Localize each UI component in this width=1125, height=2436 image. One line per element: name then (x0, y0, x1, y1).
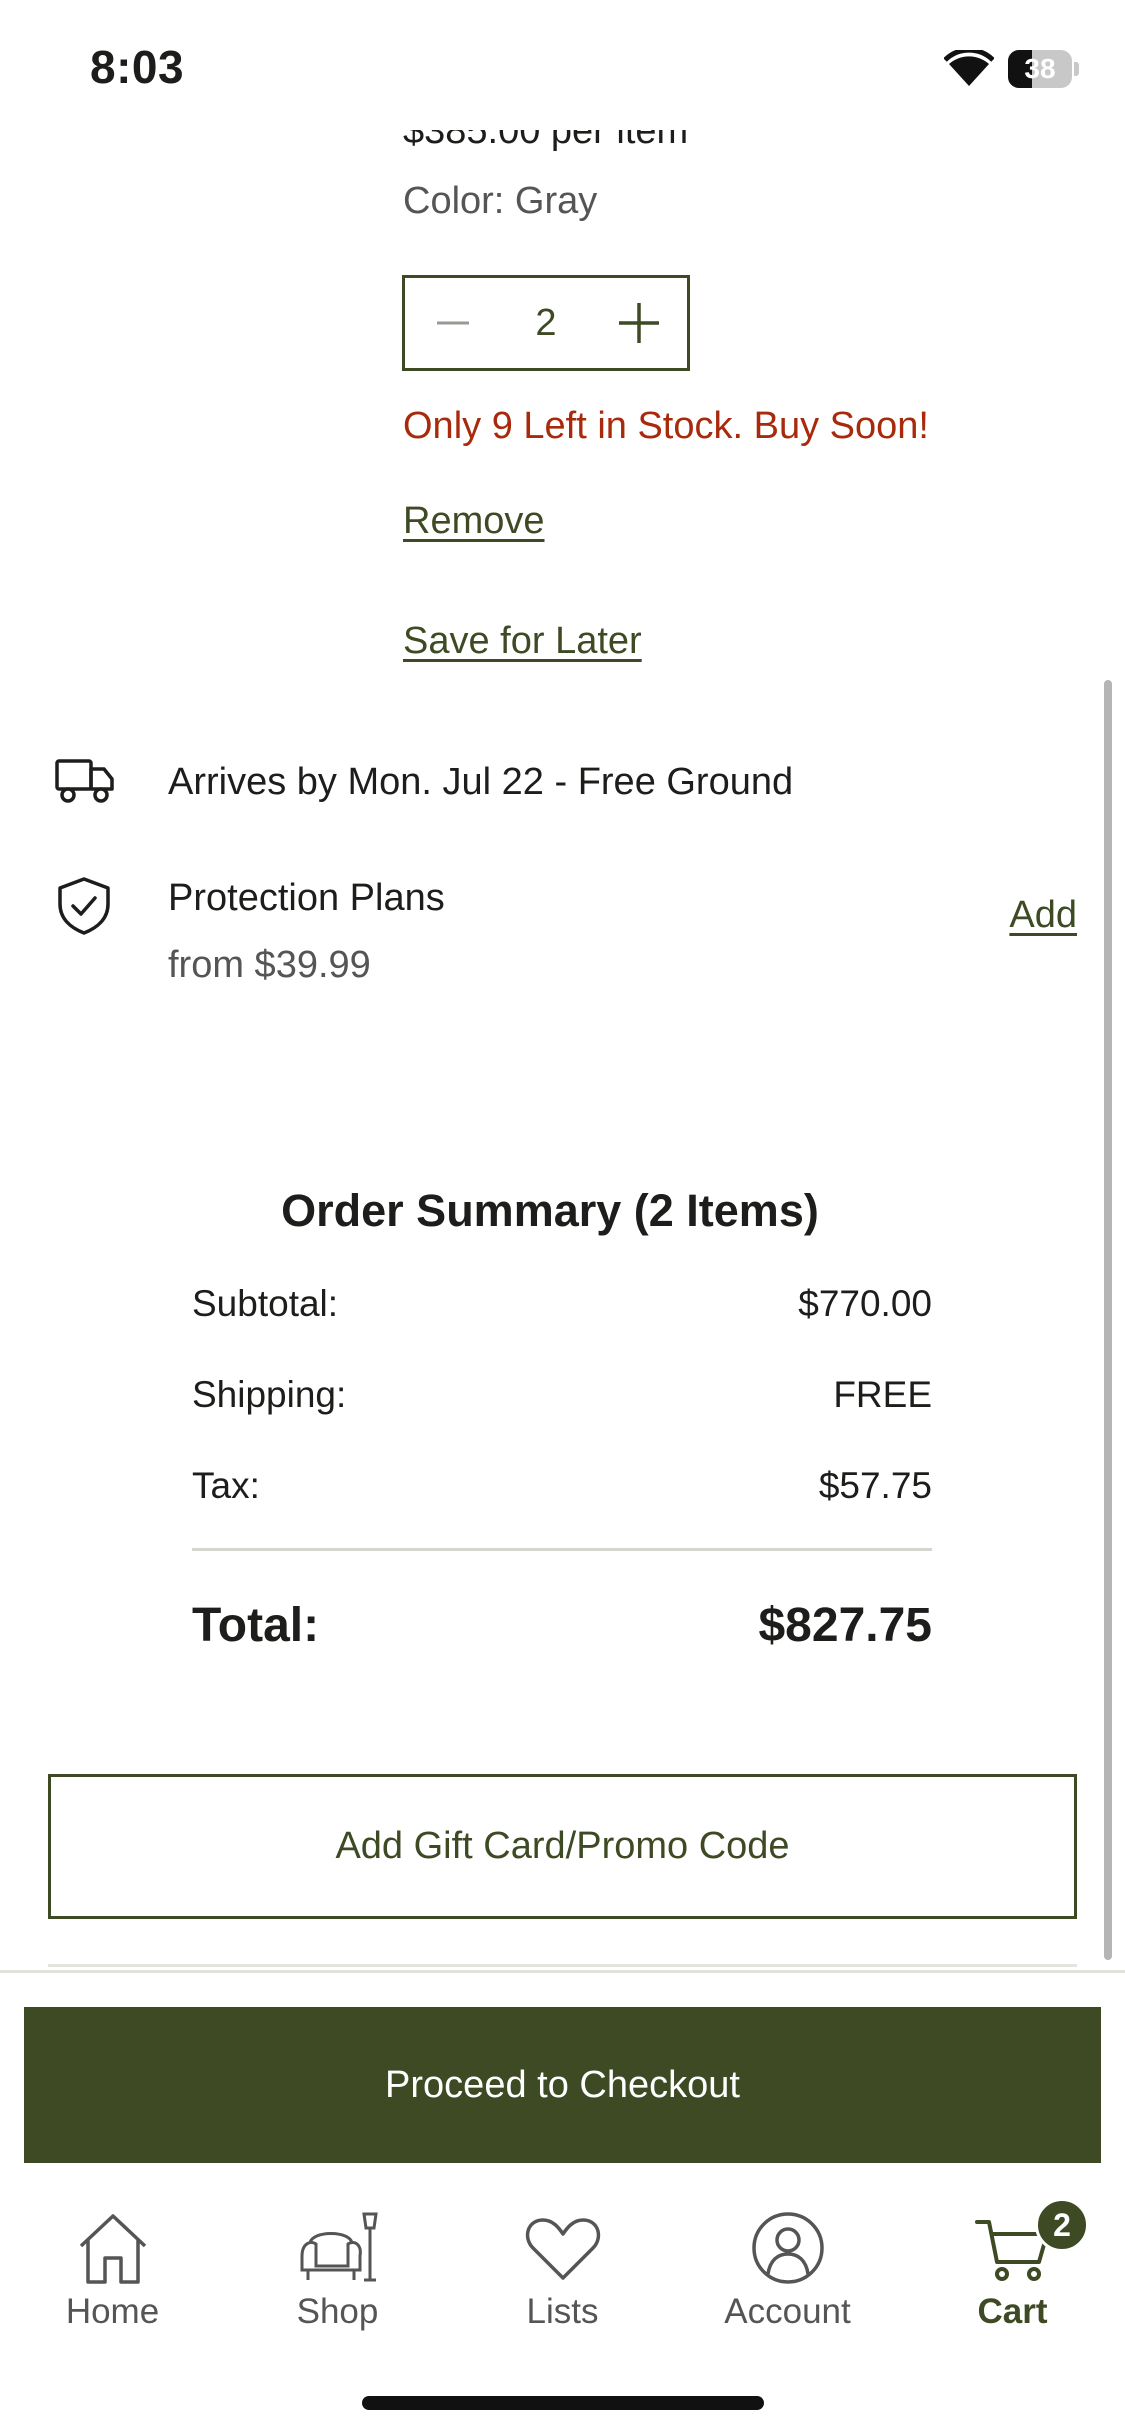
battery-icon: 38 (1008, 50, 1080, 88)
tab-label: Cart (977, 2292, 1048, 2331)
tab-lists[interactable]: Lists (450, 2180, 675, 2331)
tab-label: Home (65, 2292, 160, 2331)
color-label: Color: Gray (403, 180, 598, 222)
home-indicator[interactable] (362, 2396, 764, 2410)
delivery-text: Arrives by Mon. Jul 22 - Free Ground (168, 761, 794, 803)
summary-row-subtotal: Subtotal: $770.00 (192, 1283, 932, 1325)
summary-value: FREE (833, 1374, 932, 1415)
cart-count-badge: 2 (1035, 2198, 1089, 2252)
status-bar: 8:03 38 (0, 0, 1125, 130)
summary-label: Subtotal: (192, 1283, 339, 1324)
add-promo-code-button[interactable]: Add Gift Card/Promo Code (48, 1774, 1077, 1919)
wifi-icon (944, 50, 994, 86)
add-protection-link[interactable]: Add (1009, 894, 1077, 937)
delivery-info: Arrives by Mon. Jul 22 - Free Ground (0, 755, 1125, 815)
tab-account[interactable]: Account (675, 2180, 900, 2331)
minus-icon (437, 321, 469, 325)
summary-label: Tax: (192, 1465, 260, 1506)
tab-label: Account (724, 2292, 851, 2331)
order-summary-title: Order Summary (2 Items) (281, 1185, 819, 1236)
save-for-later-link[interactable]: Save for Later (403, 620, 642, 663)
summary-value: $57.75 (818, 1465, 932, 1506)
decrease-quantity-button[interactable] (405, 278, 501, 368)
quantity-stepper[interactable]: 2 (402, 275, 690, 371)
divider (48, 1964, 1077, 1967)
stock-warning: Only 9 Left in Stock. Buy Soon! (403, 405, 929, 447)
summary-row-shipping: Shipping: FREE (192, 1374, 932, 1416)
summary-value: $770.00 (798, 1283, 932, 1324)
summary-row-tax: Tax: $57.75 (192, 1465, 932, 1507)
cart-content: $385.00 per item Color: Gray 2 Only 9 Le… (0, 0, 1125, 1970)
plus-icon (619, 303, 659, 343)
tab-shop[interactable]: Shop (225, 2180, 450, 2331)
divider (0, 1970, 1125, 1973)
scrollbar[interactable] (1104, 680, 1112, 1960)
protection-plans: Protection Plans from $39.99 Add (0, 872, 1125, 992)
protection-price: from $39.99 (168, 944, 371, 986)
proceed-to-checkout-button[interactable]: Proceed to Checkout (24, 2007, 1101, 2163)
heart-icon (525, 2218, 600, 2280)
summary-divider (192, 1548, 932, 1551)
remove-link[interactable]: Remove (403, 500, 545, 543)
quantity-value: 2 (535, 301, 557, 344)
battery-percent: 38 (1024, 53, 1056, 84)
total-value: $827.75 (758, 1599, 932, 1652)
summary-label: Shipping: (192, 1374, 347, 1415)
account-icon (751, 2212, 824, 2284)
tab-cart[interactable]: Cart (900, 2180, 1125, 2331)
summary-row-total: Total: $827.75 (192, 1598, 932, 1653)
tab-label: Lists (526, 2292, 599, 2331)
shield-check-icon (58, 877, 110, 935)
increase-quantity-button[interactable] (591, 278, 687, 368)
tab-label: Shop (296, 2292, 379, 2331)
shop-icon (300, 2212, 378, 2282)
tab-home[interactable]: Home (0, 2180, 225, 2331)
protection-title: Protection Plans (168, 877, 445, 919)
truck-icon (55, 759, 114, 803)
status-time: 8:03 (90, 41, 185, 93)
total-label: Total: (192, 1599, 320, 1652)
home-icon (79, 2214, 146, 2284)
